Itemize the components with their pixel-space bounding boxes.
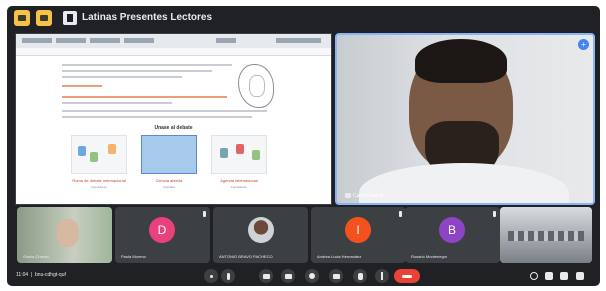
avatar-photo [248,217,274,243]
text-line [62,76,182,78]
emoji-icon [309,273,315,279]
more-options-button[interactable] [375,269,389,283]
text-line [62,64,232,66]
presentation-card-highlight [141,135,197,174]
presentation-card [211,135,267,174]
present-icon [332,273,340,279]
people-icon[interactable] [545,272,553,280]
camera-button[interactable] [259,269,273,283]
speaker-name: Carlos Garcia [353,193,384,199]
present-icon [345,193,351,199]
mic-icon [226,272,230,280]
dot-icon [209,274,213,278]
camera-icon [262,273,270,279]
toolbar-tab[interactable] [22,38,52,43]
activities-icon[interactable] [576,272,584,280]
text-line-highlight [62,96,227,98]
participant-name: Andrea Lucia Hernandez [317,254,362,259]
chat-icon[interactable] [560,272,568,280]
figure-icon [236,144,244,154]
card-subcaption: Facultad de [231,185,247,189]
shared-screen[interactable]: Unase al debate Roma de debate internaci… [15,33,332,205]
avatar: D [149,217,175,243]
card-caption: Roma de debate internacional [72,178,126,183]
meeting-info: 11:04 | bnu-cdhgt-quf [16,272,66,278]
map-graphic [238,64,274,108]
clock-time: 11:04 [16,272,29,278]
participant-tile[interactable]: I Andrea Lucia Hernandez [311,207,406,263]
text-line [62,116,252,118]
text-line [62,102,172,104]
figure-icon [108,144,116,154]
bookmarks-bar [16,48,331,56]
main-speaker-tile[interactable]: + Carlos Garcia [335,33,595,205]
speaker-name-label: Carlos Garcia [345,193,384,199]
figure-icon [220,148,228,158]
mic-off-icon [203,211,206,217]
participant-video [500,207,592,263]
toolbar-tab[interactable] [56,38,86,43]
figure-icon [252,150,260,160]
toolbar-tab[interactable] [276,38,321,43]
mic-off-icon [493,211,496,217]
raise-hand-button[interactable] [353,269,367,283]
participant-name: Gisela Chavez [23,254,50,259]
toolbar-tab[interactable] [124,38,154,43]
meet-window: Latinas Presentes Lectores Unase al deba… [7,6,600,286]
window-icon-2 [40,15,48,21]
participant-name: ANTONIO BRAVO PACHECO [219,254,273,259]
participant-tile[interactable]: ANTONIO BRAVO PACHECO [213,207,308,263]
presentation-heading: Unase al debate [154,125,193,131]
present-button[interactable] [329,269,343,283]
speaker-shirt [359,163,569,203]
hangup-icon [402,274,412,278]
presentation-card [71,135,127,174]
info-icon[interactable] [530,272,538,280]
mic-button[interactable] [221,269,235,283]
meeting-code: bnu-cdhgt-quf [35,272,66,278]
participant-tile[interactable] [500,207,592,263]
card-caption: Agenda internacional [220,178,258,183]
card-caption: Ciencia abierta [155,178,183,183]
window-title: Latinas Presentes Lectores [82,12,213,23]
captions-button[interactable] [281,269,295,283]
more-left-button[interactable] [204,269,218,283]
figure-icon [78,146,86,156]
window-icon [18,15,26,21]
toolbar-tab[interactable] [90,38,120,43]
mic-off-icon [399,211,402,217]
more-vert-icon [381,272,383,280]
hand-icon [357,272,363,280]
speaker-hair [415,39,507,83]
participant-tile[interactable]: B Rosario Montenegro [405,207,500,263]
participant-name: Paula Moreno [121,254,146,259]
control-bar: 11:04 | bnu-cdhgt-quf [7,266,600,286]
participant-tile[interactable]: Gisela Chavez [17,207,112,263]
participant-tile[interactable]: D Paula Moreno [115,207,210,263]
card-subcaption: Facultad de [91,185,107,189]
avatar: I [345,217,371,243]
browser-toolbar [16,34,331,48]
yellow-app-button-2[interactable] [36,10,52,26]
document-icon [63,11,77,25]
avatar: B [439,217,465,243]
emoji-button[interactable] [305,269,319,283]
top-bar: Latinas Presentes Lectores [7,6,600,30]
yellow-app-button[interactable] [14,10,30,26]
participant-name: Rosario Montenegro [411,254,448,259]
text-line-highlight [62,85,102,87]
participant-video [57,219,79,247]
leave-call-button[interactable] [394,269,420,283]
card-subcaption: Facultad [163,185,175,189]
pin-icon[interactable]: + [578,39,589,50]
captions-icon [284,273,292,279]
toolbar-tab[interactable] [216,38,236,43]
text-line [62,110,267,112]
text-line [62,70,212,72]
figure-icon [90,152,98,162]
